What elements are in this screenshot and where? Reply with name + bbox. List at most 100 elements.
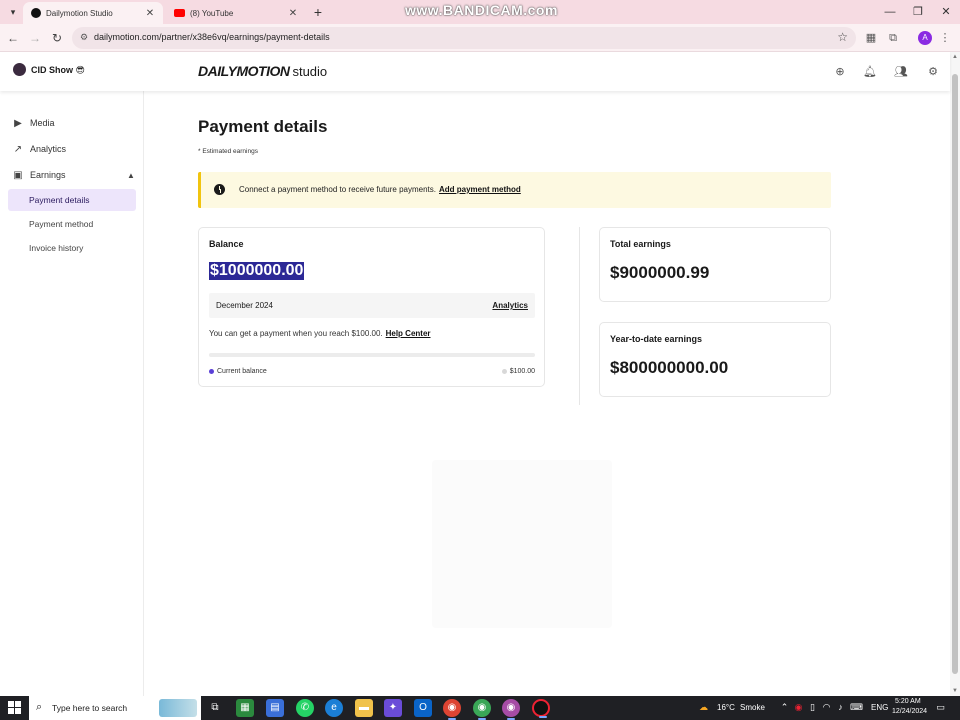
scroll-down-icon[interactable]: ▼ — [952, 688, 958, 694]
new-tab-button[interactable]: + — [310, 3, 326, 21]
page-title: Payment details — [198, 117, 328, 136]
sidebar-item-label: Analytics — [30, 144, 67, 154]
legend-current-label: Current balance — [217, 368, 267, 375]
alert-message: Connect a payment method to receive futu… — [239, 185, 521, 194]
ytd-earnings-label: Year-to-date earnings — [610, 334, 703, 344]
restore-button[interactable]: ❐ — [908, 3, 928, 21]
address-bar[interactable]: ⚙ dailymotion.com/partner/x38e6vq/earnin… — [72, 27, 856, 49]
help-center-link[interactable]: Help Center — [386, 329, 431, 338]
url-text[interactable]: dailymotion.com/partner/x38e6vq/earnings… — [94, 32, 330, 42]
store-app-icon[interactable]: ▦ — [236, 699, 254, 717]
period-label: December 2024 — [216, 301, 273, 310]
sidebar-item-media[interactable]: ▶ Media — [12, 115, 55, 131]
logo-suffix: studio — [292, 64, 328, 79]
threshold-dot — [501, 369, 507, 374]
sidebar-item-earnings[interactable]: ▣ Earnings — [12, 167, 66, 183]
sidebar-item-label: Earnings — [30, 170, 66, 180]
sidebar-item-analytics[interactable]: ↗ Analytics — [12, 141, 66, 157]
chrome-profile-2-icon[interactable]: ◉ — [502, 699, 520, 720]
notification-bell-icon[interactable]: 🔔︎ — [862, 64, 878, 80]
faded-overlay-artifact — [432, 460, 612, 628]
record-tray-icon[interactable]: ◉ — [792, 701, 805, 714]
upload-plus-icon[interactable]: ⊕ — [832, 64, 848, 80]
scrollbar-thumb[interactable] — [952, 74, 958, 674]
payment-threshold-text: You can get a payment when you reach $10… — [209, 329, 431, 338]
users-icon[interactable]: 👥︎ — [893, 64, 909, 80]
weather-text[interactable]: Smoke — [740, 703, 765, 712]
chrome-profile-icon[interactable]: ◉ — [473, 699, 491, 720]
channel-avatar[interactable] — [13, 63, 26, 76]
forward-button[interactable]: → — [26, 29, 44, 47]
studio-sidebar: ▶ Media ↗ Analytics ▣ Earnings ▲ Payment… — [0, 91, 144, 696]
channel-name[interactable]: CID Show 😎 — [31, 65, 85, 76]
analytics-link[interactable]: Analytics — [492, 301, 528, 310]
chevron-up-icon[interactable]: ▲ — [127, 171, 135, 180]
dailymotion-studio-logo[interactable]: DAILYMOTION studio — [198, 63, 327, 79]
sidebar-subitem-invoice-history[interactable]: Invoice history — [8, 237, 136, 259]
outlook-icon[interactable]: O — [414, 699, 432, 717]
minimize-button[interactable]: — — [880, 3, 900, 21]
edge-icon[interactable]: e — [325, 699, 343, 717]
clock-date[interactable]: 12/24/2024 — [892, 708, 927, 715]
extensions-icon[interactable]: ⧉ — [884, 29, 902, 47]
search-highlight-art — [159, 699, 197, 717]
task-view-icon[interactable]: ⧉ — [206, 699, 224, 717]
bookmark-star-icon[interactable]: ☆ — [837, 30, 848, 44]
legend-current-balance: Current balance — [209, 368, 267, 375]
balance-label: Balance — [209, 239, 244, 249]
page-scrollbar[interactable]: ▲ ▼ — [950, 52, 960, 696]
scroll-up-icon[interactable]: ▲ — [952, 54, 958, 60]
browser-toolbar: ← → ↻ ⚙ dailymotion.com/partner/x38e6vq/… — [0, 24, 960, 52]
battery-icon[interactable]: ▯ — [806, 701, 819, 714]
browser-menu-icon[interactable]: ⋮ — [936, 29, 954, 47]
chrome-icon[interactable]: ◉ — [443, 699, 461, 720]
clock-time[interactable]: 5:20 AM — [895, 698, 921, 705]
estimated-earnings-note: * Estimated earnings — [198, 148, 258, 155]
search-icon: ⌕ — [36, 701, 43, 713]
copilot-icon[interactable]: ✦ — [384, 699, 402, 717]
close-tab-icon[interactable]: ✕ — [145, 8, 155, 19]
studio-header: CID Show 😎 DAILYMOTION studio ⊕ 🔔︎ 👥︎ ⚙ — [0, 52, 950, 91]
legend-payment-threshold: $100.00 — [501, 368, 535, 375]
notifications-icon[interactable]: ▭ — [934, 701, 947, 714]
weather-icon[interactable]: ☁ — [697, 701, 710, 714]
search-placeholder: Type here to search — [52, 703, 128, 713]
reload-button[interactable]: ↻ — [48, 29, 66, 47]
sidebar-subitem-payment-details[interactable]: Payment details — [8, 189, 136, 211]
file-explorer-icon[interactable]: ▬ — [355, 699, 373, 717]
total-earnings-amount: $9000000.99 — [610, 263, 710, 282]
site-info-icon[interactable]: ⚙ — [80, 32, 88, 43]
sidebar-item-label: Media — [30, 118, 55, 128]
keyboard-icon[interactable]: ⌨ — [850, 701, 863, 714]
tab-dailymotion-studio[interactable]: Dailymotion Studio ✕ — [23, 2, 163, 24]
weather-temp[interactable]: 16°C — [717, 703, 735, 712]
alert-text: Connect a payment method to receive futu… — [239, 185, 436, 194]
trend-up-icon: ↗ — [13, 143, 23, 155]
ytd-earnings-card: Year-to-date earnings $800000000.00 — [599, 322, 831, 397]
youtube-favicon-icon — [174, 9, 185, 17]
language-indicator[interactable]: ENG — [871, 703, 888, 712]
sidebar-subitem-payment-method[interactable]: Payment method — [8, 213, 136, 235]
balance-period-row: December 2024 Analytics — [209, 293, 535, 318]
volume-icon[interactable]: ♪ — [834, 701, 847, 714]
close-tab-icon[interactable]: ✕ — [288, 8, 298, 19]
windows-start-icon[interactable] — [8, 701, 21, 714]
bandicam-record-icon[interactable] — [532, 699, 550, 718]
settings-gear-icon[interactable]: ⚙ — [925, 64, 941, 80]
add-payment-method-link[interactable]: Add payment method — [439, 185, 521, 194]
total-earnings-label: Total earnings — [610, 239, 671, 249]
tab-youtube[interactable]: (8) YouTube ✕ — [166, 2, 306, 24]
back-button[interactable]: ← — [4, 29, 22, 47]
wifi-icon[interactable]: ◠ — [820, 701, 833, 714]
app-icon[interactable]: ▤ — [266, 699, 284, 717]
tab-title: (8) YouTube — [190, 8, 234, 18]
tab-title: Dailymotion Studio — [46, 8, 113, 18]
profile-avatar[interactable]: A — [918, 31, 932, 45]
taskbar-search[interactable]: ⌕ Type here to search — [29, 696, 201, 720]
whatsapp-icon[interactable]: ✆ — [296, 699, 314, 717]
close-window-button[interactable]: ✕ — [936, 3, 956, 21]
ytd-earnings-amount: $800000000.00 — [610, 358, 729, 377]
tab-grid-icon[interactable]: ▦ — [862, 29, 880, 47]
tab-search-button[interactable]: ▾ — [4, 3, 22, 21]
show-hidden-icons-icon[interactable]: ⌃ — [778, 701, 791, 714]
